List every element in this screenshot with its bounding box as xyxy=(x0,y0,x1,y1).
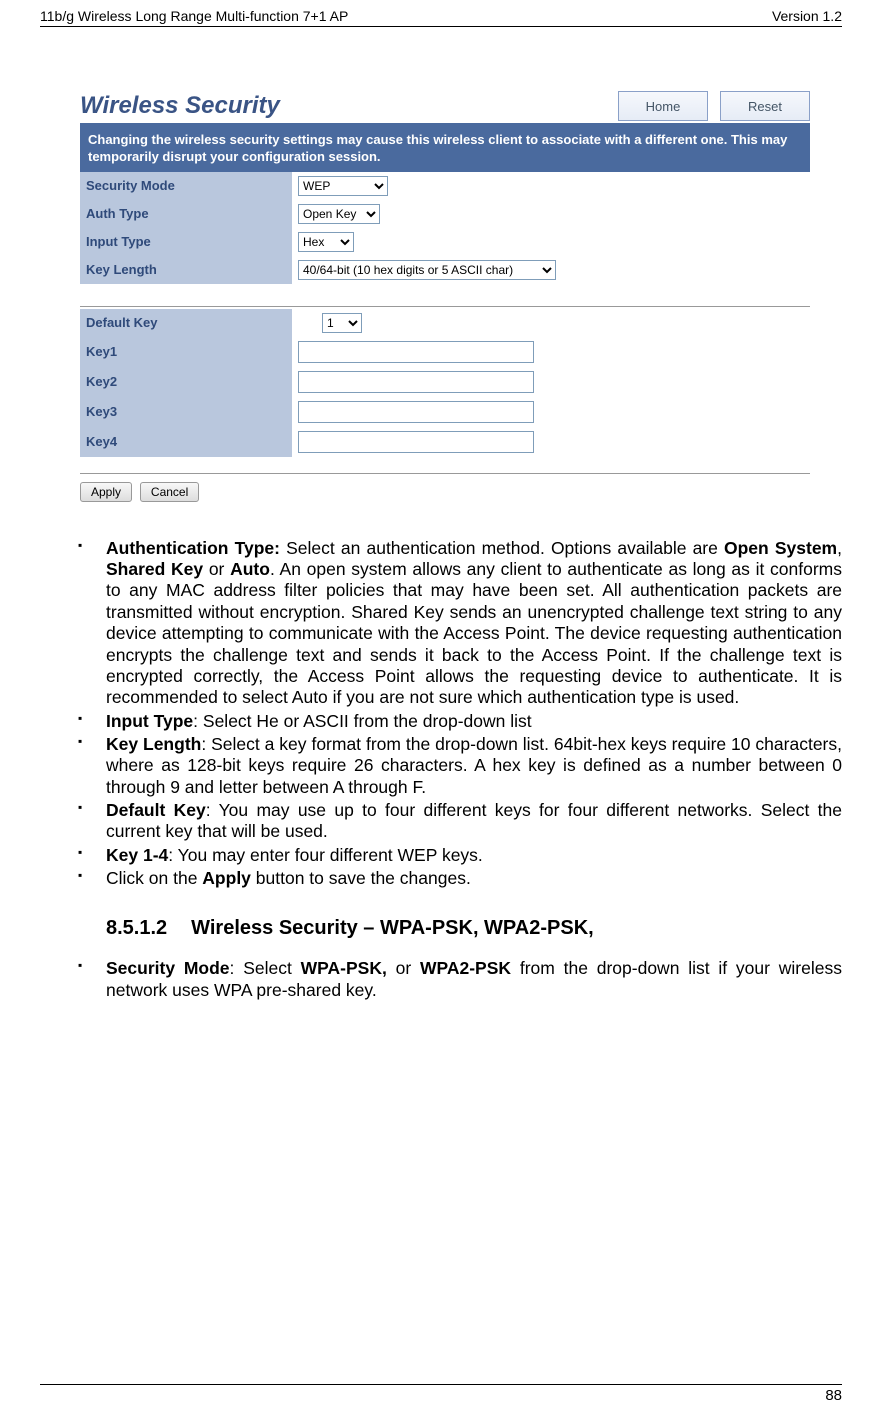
divider xyxy=(80,306,810,307)
select-auth-type[interactable]: Open Key xyxy=(298,204,380,224)
label-auth-type: Auth Type xyxy=(80,200,292,228)
apply-button[interactable]: Apply xyxy=(80,482,132,502)
row-key2: Key2 xyxy=(80,367,810,397)
label-default-key: Default Key xyxy=(80,309,292,337)
row-default-key: Default Key 1 xyxy=(80,309,810,337)
section-heading: 8.5.1.2 Wireless Security – WPA-PSK, WPA… xyxy=(106,917,842,940)
header-left: 11b/g Wireless Long Range Multi-function… xyxy=(40,8,348,24)
select-input-type[interactable]: Hex xyxy=(298,232,354,252)
warning-banner: Changing the wireless security settings … xyxy=(80,126,810,172)
header-rule xyxy=(40,26,842,27)
page-number: 88 xyxy=(40,1385,842,1404)
label-key2: Key2 xyxy=(80,367,292,397)
select-default-key[interactable]: 1 xyxy=(322,313,362,333)
label-key-length: Key Length xyxy=(80,256,292,284)
header-right: Version 1.2 xyxy=(772,8,842,24)
bullet-default-key: Default Key: You may use up to four diff… xyxy=(78,800,842,843)
divider xyxy=(80,473,810,474)
input-key1[interactable] xyxy=(298,341,534,363)
label-security-mode: Security Mode xyxy=(80,172,292,200)
bullet-list-2: Security Mode: Select WPA-PSK, or WPA2-P… xyxy=(40,958,842,1001)
label-key4: Key4 xyxy=(80,427,292,457)
row-key4: Key4 xyxy=(80,427,810,457)
bullet-auth-type: Authentication Type: Select an authentic… xyxy=(78,538,842,709)
input-key3[interactable] xyxy=(298,401,534,423)
home-button[interactable]: Home xyxy=(618,91,708,121)
row-security-mode: Security Mode WEP xyxy=(80,172,810,200)
reset-button[interactable]: Reset xyxy=(720,91,810,121)
bullet-input-type: Input Type: Select He or ASCII from the … xyxy=(78,711,842,732)
label-key1: Key1 xyxy=(80,337,292,367)
row-auth-type: Auth Type Open Key xyxy=(80,200,810,228)
form-table-1: Security Mode WEP Auth Type Open Key Input… xyxy=(80,172,810,284)
row-input-type: Input Type Hex xyxy=(80,228,810,256)
cancel-button[interactable]: Cancel xyxy=(140,482,199,502)
panel-title: Wireless Security xyxy=(80,92,280,120)
embedded-screenshot: Wireless Security Home Reset Changing th… xyxy=(80,87,810,508)
label-key3: Key3 xyxy=(80,397,292,427)
row-key1: Key1 xyxy=(80,337,810,367)
bullet-list-1: Authentication Type: Select an authentic… xyxy=(40,538,842,890)
select-security-mode[interactable]: WEP xyxy=(298,176,388,196)
form-table-2: Default Key 1 Key1 Key2 Key3 Key4 xyxy=(80,309,810,457)
input-key2[interactable] xyxy=(298,371,534,393)
bullet-apply: Click on the Apply button to save the ch… xyxy=(78,868,842,889)
row-key3: Key3 xyxy=(80,397,810,427)
row-key-length: Key Length 40/64-bit (10 hex digits or 5 … xyxy=(80,256,810,284)
input-key4[interactable] xyxy=(298,431,534,453)
bullet-key-length: Key Length: Select a key format from the… xyxy=(78,734,842,798)
bullet-key-1-4: Key 1-4: You may enter four different WE… xyxy=(78,845,842,866)
select-key-length[interactable]: 40/64-bit (10 hex digits or 5 ASCII char… xyxy=(298,260,556,280)
section-title: Wireless Security – WPA-PSK, WPA2-PSK, xyxy=(191,917,594,940)
bullet-security-mode: Security Mode: Select WPA-PSK, or WPA2-P… xyxy=(78,958,842,1001)
section-number: 8.5.1.2 xyxy=(106,917,167,940)
label-input-type: Input Type xyxy=(80,228,292,256)
